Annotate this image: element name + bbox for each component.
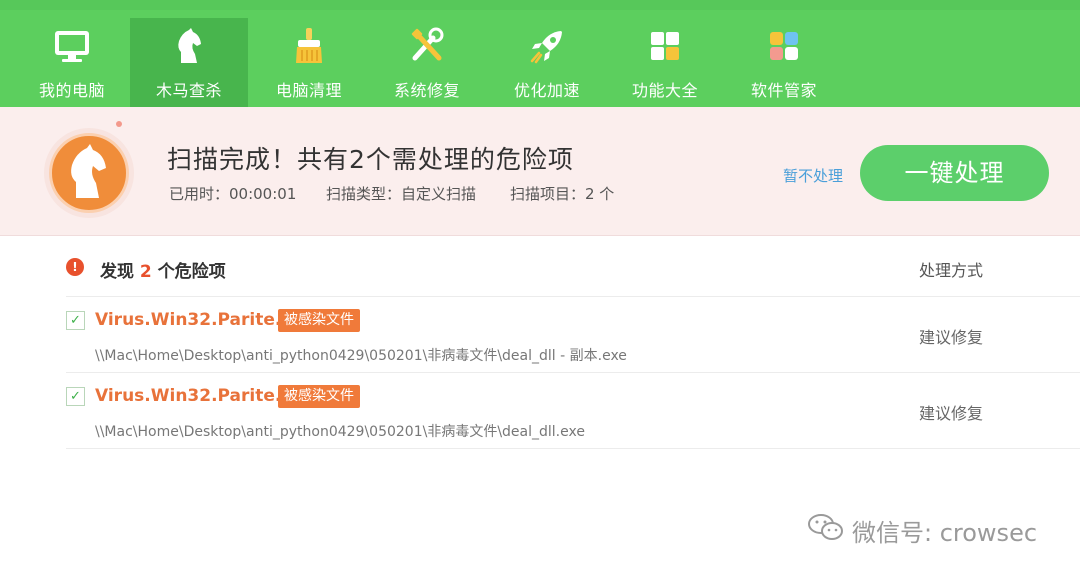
infected-file-badge: 被感染文件	[278, 309, 360, 332]
threat-checkbox[interactable]: ✓	[66, 311, 85, 330]
scan-result-banner: 扫描完成！共有2个需处理的危险项 已用时：00:00:01 扫描类型：自定义扫描…	[0, 107, 1080, 236]
nav-label: 我的电脑	[38, 81, 105, 100]
nav-item-trojan-scan[interactable]: 木马查杀	[130, 18, 248, 107]
found-count: 2	[139, 262, 152, 282]
horse-logo-icon	[71, 144, 106, 198]
broom-icon	[296, 28, 322, 63]
virus-name: Virus.Win32.Parite.H	[95, 386, 296, 406]
nav-item-my-computer[interactable]: 我的电脑	[13, 18, 131, 107]
scan-items: 扫描项目：2 个	[510, 185, 615, 203]
tools-icon	[411, 27, 444, 61]
trojan-logo	[44, 128, 134, 218]
horse-icon	[178, 28, 201, 63]
found-prefix: 发现	[100, 262, 134, 282]
threat-checkbox[interactable]: ✓	[66, 387, 85, 406]
nav-label: 优化加速	[513, 81, 580, 100]
nav-label: 系统修复	[393, 81, 460, 100]
nav-label: 软件管家	[750, 81, 817, 100]
nav-label: 木马查杀	[155, 81, 222, 100]
skip-link[interactable]: 暂不处理	[783, 165, 843, 186]
grid-icon	[651, 32, 679, 60]
repair-action[interactable]: 建议修复	[919, 400, 983, 424]
file-path: \\Mac\Home\Desktop\anti_python0429\05020…	[95, 348, 627, 364]
infected-file-badge: 被感染文件	[278, 385, 360, 408]
nav-label: 电脑清理	[275, 81, 342, 100]
wechat-icon	[808, 514, 843, 540]
scan-type: 扫描类型：自定义扫描	[326, 185, 477, 203]
nav-item-cleanup[interactable]: 电脑清理	[250, 18, 368, 107]
found-summary: 发现 2 个危险项	[100, 257, 226, 282]
nav-item-system-repair[interactable]: 系统修复	[368, 18, 486, 107]
decor-dot	[116, 121, 122, 127]
file-path: \\Mac\Home\Desktop\anti_python0429\05020…	[95, 424, 585, 440]
nav-item-software-manager[interactable]: 软件管家	[725, 18, 843, 107]
threat-list-header: ! 发现 2 个危险项 处理方式	[66, 236, 1080, 297]
title-strip	[0, 0, 1080, 10]
elapsed-time: 已用时：00:00:01	[169, 185, 297, 203]
nav-label: 功能大全	[631, 81, 698, 100]
nav-item-features[interactable]: 功能大全	[606, 18, 724, 107]
rocket-icon	[530, 31, 562, 64]
watermark-text: 微信号: crowsec	[852, 519, 1038, 547]
scan-title: 扫描完成！共有2个需处理的危险项	[167, 145, 574, 174]
repair-action[interactable]: 建议修复	[919, 324, 983, 348]
found-suffix: 个危险项	[157, 262, 226, 282]
nav-item-optimize[interactable]: 优化加速	[488, 18, 606, 107]
apps-icon	[770, 32, 798, 60]
one-click-fix-button[interactable]: 一键处理	[860, 145, 1049, 201]
action-column-header: 处理方式	[919, 261, 984, 280]
warning-icon: !	[66, 258, 84, 276]
threat-row: ✓ Virus.Win32.Parite.H 被感染文件 \\Mac\Home\…	[66, 373, 1080, 449]
top-nav-bar: 我的电脑 木马查杀 电脑清理 系统修复 优化加速 功能大全 软件管家	[0, 0, 1080, 107]
threat-row: ✓ Virus.Win32.Parite.H 被感染文件 \\Mac\Home\…	[66, 297, 1080, 373]
monitor-icon	[55, 31, 89, 62]
virus-name: Virus.Win32.Parite.H	[95, 310, 296, 330]
